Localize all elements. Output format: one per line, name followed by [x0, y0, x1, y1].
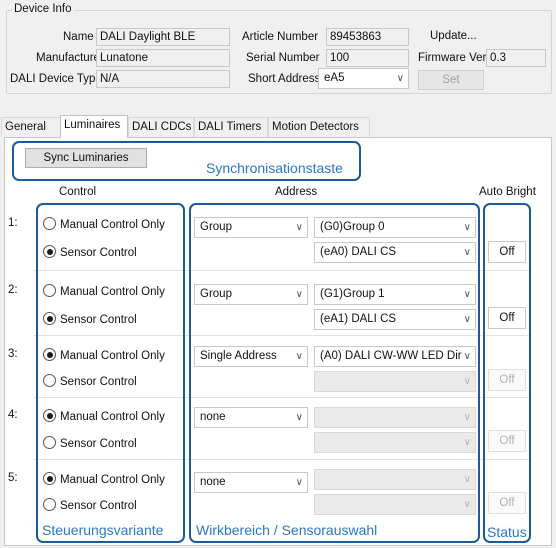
row-number: 5: [8, 472, 18, 484]
tab-motion-detectors[interactable]: Motion Detectors [268, 117, 370, 137]
tab-dali-timers[interactable]: DALI Timers [194, 117, 268, 137]
short-address-select[interactable]: eA5 ∨ [318, 68, 409, 89]
short-address-label: Short Address [248, 73, 321, 85]
row-number: 2: [8, 284, 18, 296]
control-annotation-label: Steuerungsvariante [42, 522, 164, 538]
control-annotation-box [36, 203, 185, 543]
control-header: Control [59, 186, 97, 198]
serial-number-label: Serial Number [246, 52, 320, 64]
article-number-field[interactable]: 89453863 [326, 28, 409, 46]
address-annotation-box [189, 203, 480, 543]
tab-luminaires[interactable]: Luminaires [60, 115, 128, 138]
row-number: 1: [8, 217, 18, 229]
tab-general[interactable]: General [1, 117, 61, 137]
row-number: 3: [8, 348, 18, 360]
manufacturer-field[interactable]: Lunatone [96, 49, 230, 67]
update-link[interactable]: Update... [430, 30, 477, 42]
status-annotation-box [483, 203, 531, 543]
status-annotation-label: Status [487, 524, 527, 540]
name-field[interactable]: DALI Daylight BLE [96, 28, 230, 46]
device-info-title: Device Info [12, 3, 74, 15]
sync-annotation-label: Synchronisationstaste [206, 160, 343, 176]
short-address-value: eA5 [324, 72, 345, 84]
name-label: Name [63, 31, 94, 43]
dali-device-type-label: DALI Device Type [10, 73, 102, 85]
auto-bright-header: Auto Bright [479, 186, 536, 198]
tab-dali-cdcs[interactable]: DALI CDCs [128, 117, 194, 137]
serial-number-field[interactable]: 100 [326, 49, 409, 67]
article-number-label: Article Number [242, 31, 319, 43]
row-number: 4: [8, 409, 18, 421]
chevron-down-icon: ∨ [396, 73, 404, 84]
firmware-label: Firmware Ver [418, 52, 487, 64]
firmware-field[interactable]: 0.3 [486, 49, 546, 67]
manufacturer-label: Manufacturer [36, 52, 104, 64]
dali-device-type-field[interactable]: N/A [96, 70, 230, 88]
set-button[interactable]: Set [418, 70, 484, 90]
address-annotation-label: Wirkbereich / Sensorauswahl [196, 522, 378, 538]
address-header: Address [275, 186, 318, 198]
